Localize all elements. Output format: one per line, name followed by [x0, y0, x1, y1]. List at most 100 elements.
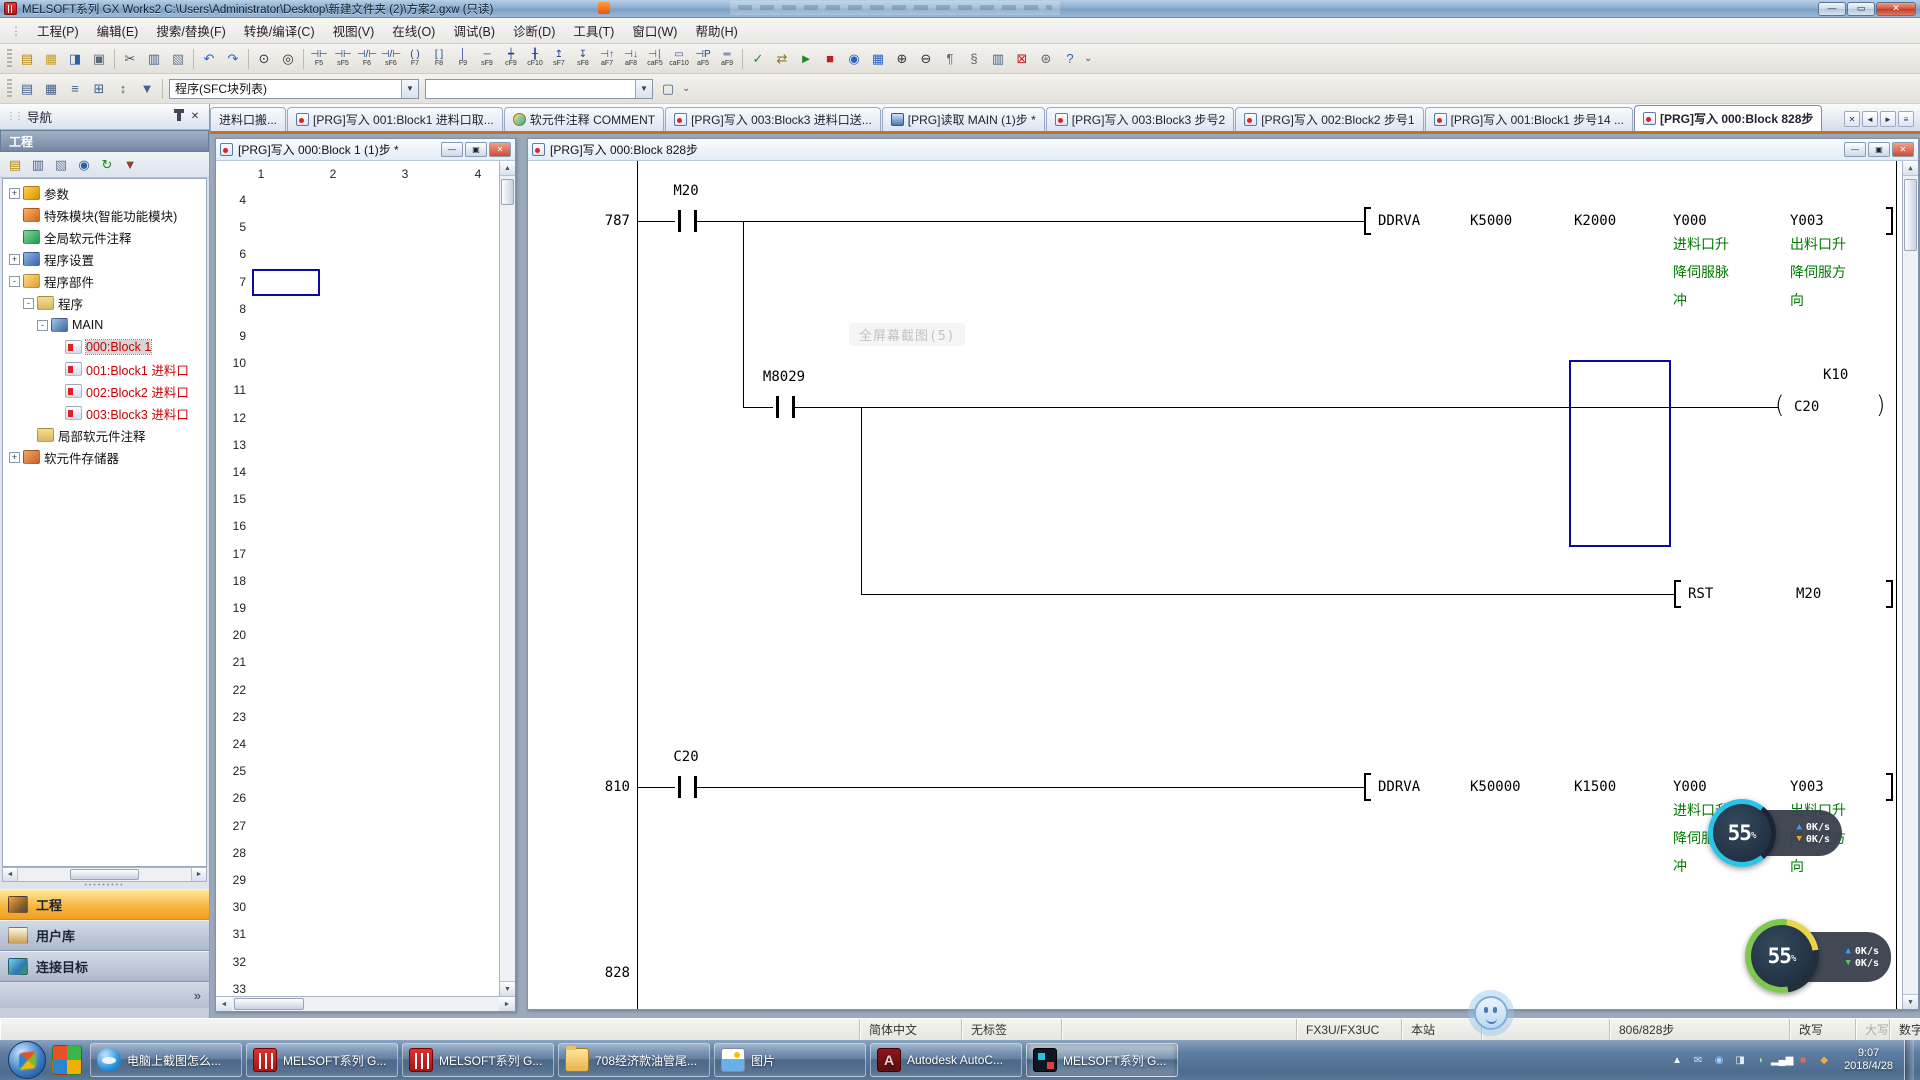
data-property-icon[interactable]: ◉	[73, 154, 95, 176]
paste-data-icon[interactable]: ▧	[50, 154, 72, 176]
monitor-start-icon[interactable]: ►	[794, 47, 818, 71]
application-instruction-icon[interactable]: [ ]F8	[427, 47, 451, 71]
maximize-button[interactable]: ▭	[1847, 2, 1875, 16]
document-tab[interactable]: [PRG]写入 001:Block1 步号14 ...	[1425, 107, 1633, 131]
network-speed-widget[interactable]: ▲0K/s ▼0K/s 55%	[1708, 799, 1878, 869]
child-window-titlebar[interactable]: [PRG]写入 000:Block 828步 — ▣ ✕	[528, 139, 1918, 161]
undo-icon[interactable]: ↶	[197, 47, 221, 71]
comment-display-icon[interactable]: ¶	[938, 47, 962, 71]
menu-item[interactable]: 编辑(E)	[88, 17, 148, 44]
scroll-thumb[interactable]	[501, 179, 514, 205]
menu-item[interactable]: 转换/编译(C)	[235, 17, 324, 44]
delete-vertical-icon[interactable]: ┿cF9	[499, 47, 523, 71]
device-batch-icon[interactable]: ▦	[866, 47, 890, 71]
minimize-button[interactable]: —	[1818, 2, 1846, 16]
scroll-thumb[interactable]	[1904, 179, 1917, 251]
toolbar-overflow-icon[interactable]: ⌄	[1084, 53, 1092, 64]
taskbar-button[interactable]: 708经济款油管尾...	[558, 1043, 710, 1077]
document-tab[interactable]: [PRG]写入 003:Block3 步号2	[1046, 107, 1234, 131]
close-dock-icon[interactable]: ✕	[187, 109, 203, 125]
closed-contact-icon[interactable]: ⊣/⊢F6	[355, 47, 379, 71]
delete-horizontal-icon[interactable]: ╂cF10	[523, 47, 547, 71]
refresh-view-icon[interactable]: ↻	[96, 154, 118, 176]
function-block-list-icon[interactable]: ▦	[39, 77, 63, 101]
watch-icon[interactable]: ◉	[842, 47, 866, 71]
network-icon[interactable]: ▂▄▆	[1773, 1049, 1791, 1071]
menu-item[interactable]: 帮助(H)	[686, 17, 746, 44]
scroll-left-icon[interactable]: ◄	[216, 997, 232, 1011]
tree-item[interactable]: 001:Block1 进料口	[3, 358, 206, 380]
inline-st-icon[interactable]: ▭caF10	[667, 47, 691, 71]
tree-item[interactable]: +参数	[3, 182, 206, 204]
ladder-canvas[interactable]: 787 M20 DDRVA K5000 K2000 Y000 Y003	[528, 161, 1918, 1009]
program-selector-combo[interactable]: 程序(SFC块列表) ▼	[169, 79, 419, 99]
document-tab[interactable]: [PRG]写入 002:Block2 步号1	[1235, 107, 1423, 131]
left-editor-hscrollbar[interactable]: ◄ ►	[216, 996, 515, 1011]
menu-item[interactable]: 调试(B)	[444, 17, 504, 44]
redo-icon[interactable]: ↷	[221, 47, 245, 71]
left-editor-vscrollbar[interactable]: ▲ ▼	[499, 161, 515, 996]
update-icon[interactable]: ◆	[1815, 1049, 1833, 1071]
display-filter-icon[interactable]: ▼	[135, 77, 159, 101]
tree-expander-icon[interactable]: +	[9, 452, 20, 463]
document-tab[interactable]: [PRG]写入 000:Block 828步	[1634, 105, 1822, 131]
message-icon[interactable]: ✉	[1689, 1049, 1707, 1071]
scroll-thumb[interactable]	[234, 998, 304, 1010]
menu-item[interactable]: 工程(P)	[28, 17, 88, 44]
parallel-contact-icon[interactable]: ⊣⊢sF5	[331, 47, 355, 71]
child-restore-button[interactable]: ▣	[465, 142, 487, 157]
scroll-tabs-left-icon[interactable]: ◄	[1862, 111, 1878, 127]
start-button[interactable]	[8, 1041, 46, 1079]
menu-item[interactable]: 视图(V)	[324, 17, 384, 44]
taskbar-button[interactable]: MELSOFT系列 G...	[1026, 1043, 1178, 1077]
find-icon[interactable]: ⊙	[252, 47, 276, 71]
combo-arrow-icon[interactable]: ▼	[401, 80, 418, 98]
rising-pulse-branch-icon[interactable]: ⊣↑aF7	[595, 47, 619, 71]
zoom-in-icon[interactable]: ⊕	[890, 47, 914, 71]
document-tab[interactable]: [PRG]读取 MAIN (1)步 *	[882, 107, 1045, 131]
media-player-icon[interactable]: ■	[1794, 1049, 1812, 1071]
tree-expander-icon[interactable]: -	[37, 320, 48, 331]
dock-chevron[interactable]: »	[0, 982, 209, 1008]
rising-pulse-icon[interactable]: ↥sF7	[547, 47, 571, 71]
find-in-document-icon[interactable]: ▢	[656, 77, 680, 101]
menu-item[interactable]: 搜索/替换(F)	[147, 17, 234, 44]
taskbar-clock[interactable]: 9:07 2018/4/28	[1836, 1047, 1901, 1073]
vertical-line-icon[interactable]: │F9	[451, 47, 475, 71]
zoom-out-icon[interactable]: ⊖	[914, 47, 938, 71]
tree-item[interactable]: 002:Block2 进料口	[3, 380, 206, 402]
monitor-stop-icon[interactable]: ■	[818, 47, 842, 71]
display-settings-icon[interactable]: ◨	[1731, 1049, 1749, 1071]
scroll-up-icon[interactable]: ▲	[500, 161, 515, 176]
child-minimize-button[interactable]: —	[441, 142, 463, 157]
edge-relay-icon[interactable]: ⊣PaF5	[691, 47, 715, 71]
paste-icon[interactable]: ▧	[166, 47, 190, 71]
menu-item[interactable]: 在线(O)	[383, 17, 444, 44]
save-icon[interactable]: ◨	[63, 47, 87, 71]
program-check-icon[interactable]: ✓	[746, 47, 770, 71]
dock-nav-project[interactable]: 工程	[0, 889, 209, 920]
close-button[interactable]: ✕	[1876, 2, 1916, 16]
new-data-icon[interactable]: ▤	[4, 154, 26, 176]
screenshot-tool-icon[interactable]	[1468, 990, 1514, 1036]
delete-icon[interactable]: ⊠	[1010, 47, 1034, 71]
tree-item[interactable]: -程序部件	[3, 270, 206, 292]
statement-display-icon[interactable]: §	[962, 47, 986, 71]
tree-item[interactable]: 003:Block3 进料口	[3, 402, 206, 424]
child-restore-button[interactable]: ▣	[1868, 142, 1890, 157]
child-minimize-button[interactable]: —	[1844, 142, 1866, 157]
branch-line-icon[interactable]: ═aF9	[715, 47, 739, 71]
child-window-titlebar[interactable]: [PRG]写入 000:Block 1 (1)步 * — ▣ ✕	[216, 139, 515, 161]
security-center-icon[interactable]: ◉	[1710, 1049, 1728, 1071]
taskbar-button[interactable]: 电脑上截图怎么...	[90, 1043, 242, 1077]
menu-item[interactable]: 诊断(D)	[504, 17, 564, 44]
tab-list-icon[interactable]: ≡	[1898, 111, 1914, 127]
pin-icon[interactable]	[171, 109, 187, 125]
find-replace-icon[interactable]: ◎	[276, 47, 300, 71]
scroll-right-icon[interactable]: ►	[499, 997, 515, 1011]
dock-resize-grip[interactable]: •••••••••	[0, 882, 209, 889]
horizontal-line-icon[interactable]: ─sF9	[475, 47, 499, 71]
tree-item[interactable]: -MAIN	[3, 314, 206, 336]
ladder-grid[interactable]: ▲ ▼ ◄ ► 12344567891011121314151617181920…	[216, 161, 515, 1011]
tree-expander-icon[interactable]: +	[9, 254, 20, 265]
